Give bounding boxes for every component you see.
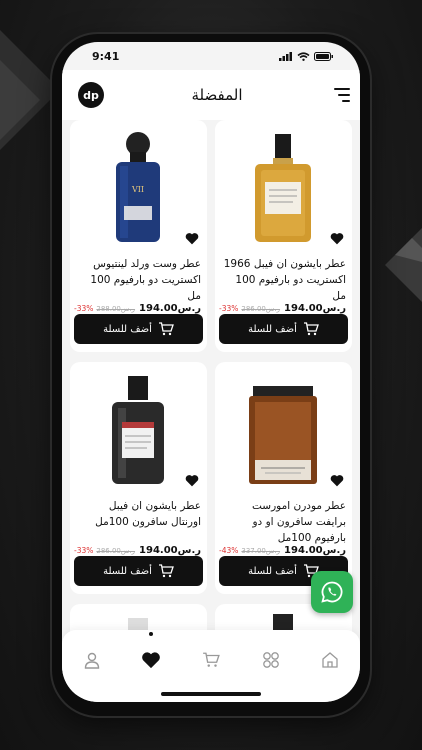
wifi-icon — [297, 51, 310, 61]
favorite-heart-icon[interactable] — [185, 474, 199, 487]
cart-icon — [203, 652, 220, 667]
product-name[interactable]: عطر مودرن امورست برايفت سافرون او دو بار… — [221, 498, 346, 546]
bottom-navigation — [62, 630, 360, 702]
price-row: -33% 286.00ر.س 194.00ر.س — [219, 302, 346, 314]
current-price: 194.00ر.س — [284, 544, 346, 556]
discount-badge: -43% — [219, 545, 239, 555]
nav-favorites[interactable] — [135, 644, 167, 676]
product-image — [249, 386, 317, 484]
svg-text:VII: VII — [131, 185, 144, 194]
old-price: 286.00ر.س — [96, 546, 136, 555]
heart-icon — [142, 652, 161, 669]
product-card[interactable]: عطر بايشون ان فيبل اورنتال سافرون 100مل … — [70, 362, 207, 594]
old-price: 286.00ر.س — [241, 304, 281, 313]
nav-categories[interactable] — [255, 644, 287, 676]
favorite-heart-icon[interactable] — [185, 232, 199, 245]
add-to-cart-button[interactable]: أضف للسلة — [74, 556, 203, 586]
cart-icon — [158, 322, 174, 336]
price-row: -43% 337.00ر.س 194.00ر.س — [219, 544, 346, 556]
home-indicator — [161, 692, 261, 696]
old-price: 288.00ر.س — [96, 304, 136, 313]
whatsapp-button[interactable] — [311, 571, 353, 613]
current-price: 194.00ر.س — [284, 302, 346, 314]
page-title: المفضلة — [191, 86, 243, 104]
signal-icon — [279, 51, 292, 61]
product-name[interactable]: عطر وست ورلد لينتيوس اكستريت دو بارفيوم … — [76, 256, 201, 304]
current-price: 194.00ر.س — [139, 544, 201, 556]
whatsapp-icon — [321, 581, 343, 603]
user-icon — [84, 652, 99, 669]
discount-badge: -33% — [74, 303, 94, 313]
categories-icon — [262, 652, 279, 668]
cart-icon — [303, 322, 319, 336]
nav-cart[interactable] — [195, 644, 227, 676]
product-name[interactable]: عطر بايشون ان فيبل 1966 اكستريت دو بارفي… — [221, 256, 346, 304]
add-to-cart-button[interactable]: أضف للسلة — [74, 314, 203, 344]
status-bar: 9:41 — [62, 42, 360, 70]
brand-logo[interactable]: dp — [78, 82, 104, 108]
price-row: -33% 288.00ر.س 194.00ر.س — [74, 302, 201, 314]
favorites-grid: VII عطر وست ورلد لينتيوس اكستريت دو بارف… — [70, 120, 352, 664]
old-price: 337.00ر.س — [241, 546, 281, 555]
product-image: VII — [116, 132, 160, 242]
product-card[interactable]: عطر مودرن امورست برايفت سافرون او دو بار… — [215, 362, 352, 594]
product-image — [112, 376, 164, 484]
cart-icon — [158, 564, 174, 578]
current-price: 194.00ر.س — [139, 302, 201, 314]
home-icon — [322, 652, 338, 668]
nav-profile[interactable] — [76, 644, 108, 676]
nav-home[interactable] — [314, 644, 346, 676]
favorite-heart-icon[interactable] — [330, 232, 344, 245]
favorite-heart-icon[interactable] — [330, 474, 344, 487]
product-image — [255, 134, 311, 242]
discount-badge: -33% — [74, 545, 94, 555]
price-row: -33% 286.00ر.س 194.00ر.س — [74, 544, 201, 556]
status-time: 9:41 — [92, 49, 120, 63]
battery-icon — [314, 51, 333, 61]
app-header: dp المفضلة — [62, 70, 360, 120]
product-card[interactable]: VII عطر وست ورلد لينتيوس اكستريت دو بارف… — [70, 120, 207, 352]
discount-badge: -33% — [219, 303, 239, 313]
product-name[interactable]: عطر بايشون ان فيبل اورنتال سافرون 100مل — [76, 498, 201, 530]
product-card[interactable]: عطر بايشون ان فيبل 1966 اكستريت دو بارفي… — [215, 120, 352, 352]
add-to-cart-button[interactable]: أضف للسلة — [219, 314, 348, 344]
menu-icon[interactable] — [330, 88, 350, 102]
